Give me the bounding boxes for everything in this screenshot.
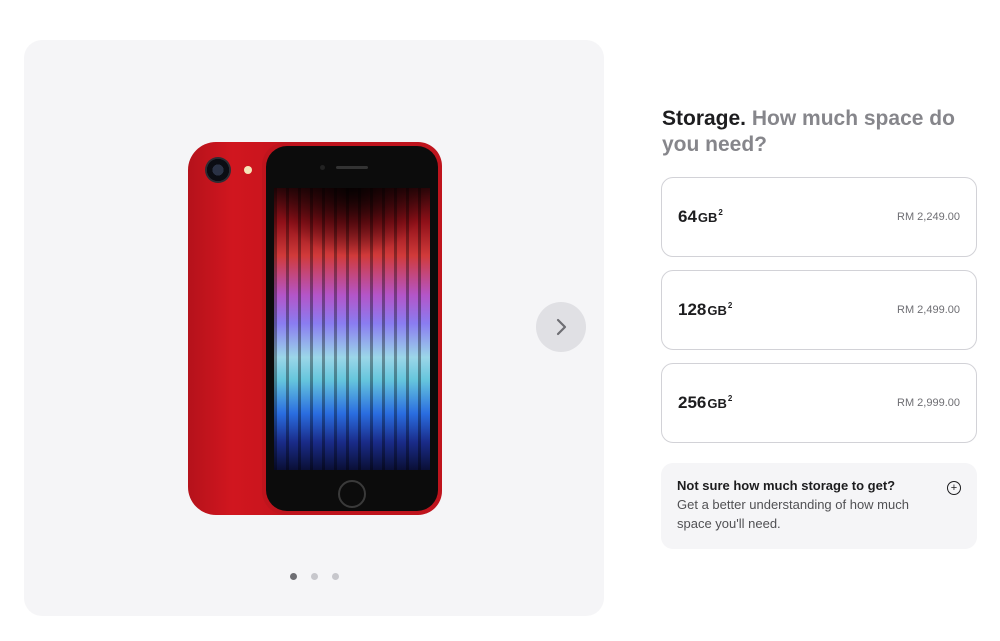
storage-option-256gb[interactable]: 256 GB 2 RM 2,999.00 [661,363,977,443]
footnote-marker: 2 [727,393,733,403]
storage-heading: Storage. How much space do you need? [662,106,982,158]
camera-flash [244,166,252,174]
storage-price: RM 2,999.00 [897,397,960,409]
storage-option-128gb[interactable]: 128 GB 2 RM 2,499.00 [661,270,977,350]
pagination-dot-3[interactable] [331,573,339,580]
footnote-marker: 2 [718,207,723,217]
plus-circle-icon[interactable]: + [947,481,961,495]
gallery-next-button[interactable] [536,302,586,352]
phone-speaker [336,166,368,169]
help-body: Get a better understanding of how much s… [677,497,909,531]
pagination-dot-2[interactable] [310,573,318,580]
storage-price: RM 2,499.00 [897,304,960,316]
help-title: Not sure how much storage to get? [677,478,896,493]
camera-lens [205,157,231,183]
storage-title: Storage. [662,107,747,130]
footnote-marker: 2 [727,300,733,310]
phone-home-button [338,480,366,508]
storage-capacity: 256 GB 2 [678,392,733,412]
storage-capacity: 64 GB 2 [678,206,723,226]
pagination-dot-1[interactable] [289,573,297,580]
chevron-right-icon [556,318,567,336]
storage-capacity: 128 GB 2 [678,299,733,319]
product-image-iphone [188,142,442,515]
product-gallery [24,40,604,616]
storage-option-64gb[interactable]: 64 GB 2 RM 2,249.00 [661,177,977,257]
gallery-pagination [24,573,604,580]
phone-front [262,142,442,515]
product-configurator: Storage. How much space do you need? 64 … [0,0,1000,641]
storage-help-card[interactable]: Not sure how much storage to get? Get a … [661,463,977,549]
storage-price: RM 2,249.00 [897,211,960,223]
